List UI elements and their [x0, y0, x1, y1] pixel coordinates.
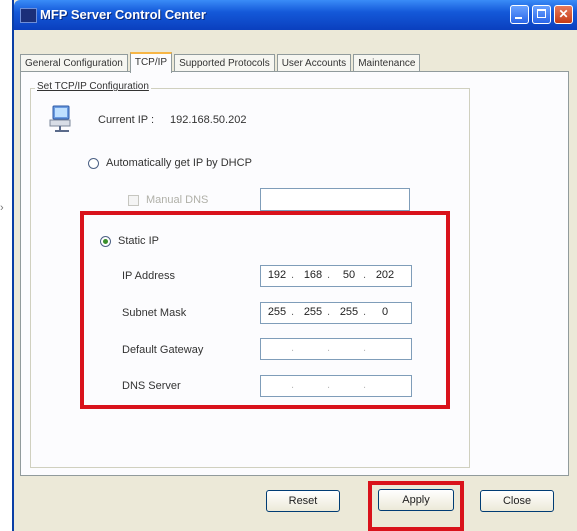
- ip-octet-2: 168: [303, 269, 323, 281]
- close-window-button[interactable]: ✕: [554, 5, 573, 24]
- current-ip-label: Current IP :: [98, 114, 155, 126]
- subnet-mask-label: Subnet Mask: [122, 307, 187, 319]
- mask-octet-1: 255: [267, 306, 287, 318]
- minimize-button[interactable]: [510, 5, 529, 24]
- side-marker: ›: [0, 202, 4, 214]
- gw-dot-2: .: [327, 342, 331, 354]
- default-gateway-input[interactable]: . . .: [260, 338, 412, 360]
- tab-strip: General Configuration TCP/IP Supported P…: [20, 52, 422, 73]
- static-ip-radio[interactable]: [100, 236, 111, 247]
- mask-dot-3: .: [363, 306, 367, 318]
- app-window: MFP Server Control Center ✕ General Conf…: [12, 0, 577, 531]
- computer-network-icon: [49, 105, 71, 132]
- default-gateway-label: Default Gateway: [122, 344, 204, 356]
- tab-tcpip[interactable]: TCP/IP: [129, 52, 173, 73]
- tab-user-accounts[interactable]: User Accounts: [276, 54, 352, 72]
- dhcp-label: Automatically get IP by DHCP: [106, 157, 252, 169]
- manual-dns-checkbox[interactable]: [128, 195, 139, 206]
- ip-dot-2: .: [327, 269, 331, 281]
- minimize-icon: [515, 17, 522, 19]
- tab-maintenance[interactable]: Maintenance: [353, 54, 421, 72]
- tab-supported-protocols[interactable]: Supported Protocols: [174, 54, 275, 72]
- manual-dns-input[interactable]: [260, 188, 410, 211]
- mask-octet-4: 0: [381, 306, 389, 318]
- current-ip-value: 192.168.50.202: [170, 114, 247, 126]
- tab-general-configuration[interactable]: General Configuration: [20, 54, 128, 72]
- reset-button[interactable]: Reset: [266, 490, 340, 512]
- ip-octet-3: 50: [342, 269, 356, 281]
- dns-dot-1: .: [291, 379, 295, 391]
- mask-octet-2: 255: [303, 306, 323, 318]
- gw-dot-3: .: [363, 342, 367, 354]
- window-title: MFP Server Control Center: [40, 7, 206, 22]
- gw-dot-1: .: [291, 342, 295, 354]
- dns-dot-2: .: [327, 379, 331, 391]
- app-icon: [20, 8, 37, 23]
- ip-address-input[interactable]: 192 . 168 . 50 . 202: [260, 265, 412, 287]
- ip-octet-1: 192: [267, 269, 287, 281]
- dns-server-label: DNS Server: [122, 380, 181, 392]
- manual-dns-label: Manual DNS: [146, 194, 209, 206]
- dhcp-radio[interactable]: [88, 158, 99, 169]
- ip-dot-3: .: [363, 269, 367, 281]
- dns-server-input[interactable]: . . .: [260, 375, 412, 397]
- ip-octet-4: 202: [375, 269, 395, 281]
- static-ip-label: Static IP: [118, 235, 159, 247]
- maximize-button[interactable]: [532, 5, 551, 24]
- maximize-icon: [537, 9, 546, 18]
- close-button[interactable]: Close: [480, 490, 554, 512]
- dns-dot-3: .: [363, 379, 367, 391]
- subnet-mask-input[interactable]: 255 . 255 . 255 . 0: [260, 302, 412, 324]
- apply-button[interactable]: Apply: [378, 489, 454, 511]
- title-bar[interactable]: MFP Server Control Center ✕: [14, 0, 577, 30]
- group-title: Set TCP/IP Configuration: [35, 81, 151, 92]
- mask-octet-3: 255: [339, 306, 359, 318]
- ip-address-label: IP Address: [122, 270, 175, 282]
- close-icon: ✕: [558, 7, 569, 21]
- mask-dot-2: .: [327, 306, 331, 318]
- mask-dot-1: .: [291, 306, 295, 318]
- ip-dot-1: .: [291, 269, 295, 281]
